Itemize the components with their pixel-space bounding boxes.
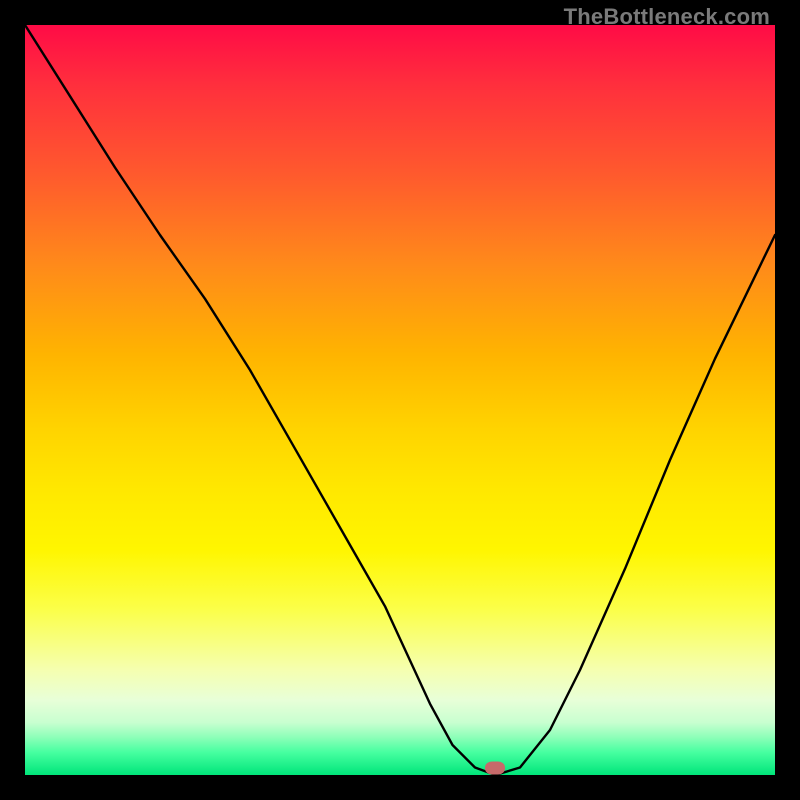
bottleneck-curve <box>25 25 775 775</box>
minimum-marker <box>485 761 505 774</box>
chart-frame: TheBottleneck.com <box>0 0 800 800</box>
plot-area <box>25 25 775 775</box>
